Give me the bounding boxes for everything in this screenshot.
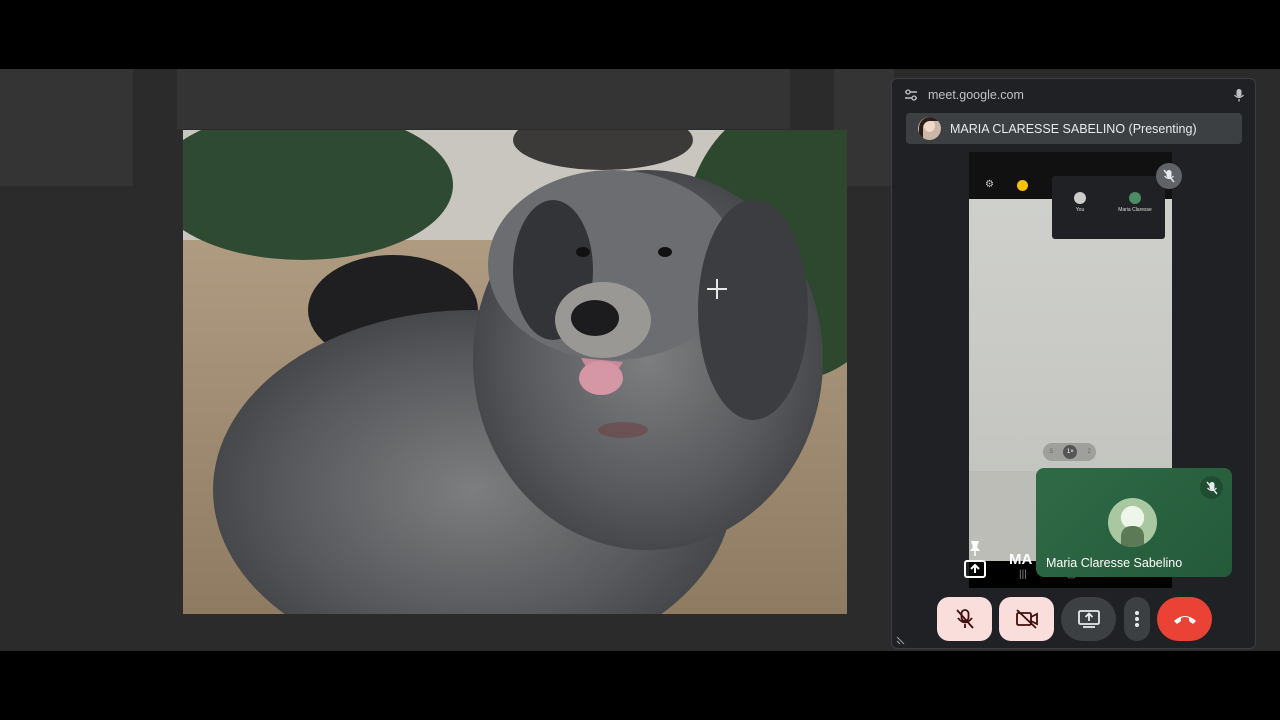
letterbox-top <box>0 0 1280 69</box>
avatar <box>1108 498 1157 547</box>
mini-tile-maria: Maria Claresse <box>1110 192 1160 213</box>
zoom-selector: .5 1× 2 <box>1043 443 1096 461</box>
zoom-option: 2 <box>1087 449 1091 455</box>
meet-pip-window[interactable]: meet.google.com MARIA CLARESSE SABELINO … <box>891 78 1256 649</box>
pin-present-icon[interactable] <box>962 539 988 581</box>
avatar <box>1074 192 1086 204</box>
letterbox-bottom <box>0 651 1280 720</box>
present-screen-button[interactable] <box>1061 597 1116 641</box>
camera-toggle-button[interactable] <box>999 597 1054 641</box>
more-options-button[interactable] <box>1124 597 1150 641</box>
phone-camera-view <box>969 199 1172 471</box>
more-vert-icon <box>1135 611 1139 627</box>
crosshair-cursor <box>707 279 727 299</box>
mic-icon[interactable] <box>1233 88 1245 102</box>
mic-toggle-button[interactable] <box>937 597 992 641</box>
presenter-bar[interactable]: MARIA CLARESSE SABELINO (Presenting) <box>906 113 1242 144</box>
tune-icon <box>905 89 917 101</box>
zoom-option: .5 <box>1048 449 1054 455</box>
call-controls <box>892 597 1255 643</box>
mic-off-icon <box>955 609 974 629</box>
present-screen-icon <box>1077 610 1100 628</box>
url-text: meet.google.com <box>928 88 1024 102</box>
self-view-name: Maria Claresse Sabelino <box>1046 556 1183 570</box>
self-view-tile[interactable]: Maria Claresse Sabelino <box>1036 468 1232 577</box>
nav-recents-icon: ||| <box>1018 569 1027 580</box>
background-tile <box>0 69 133 186</box>
mic-off-icon <box>1200 476 1223 499</box>
mini-participant-tiles: You Maria Claresse <box>1052 176 1165 239</box>
accessibility-icon <box>1017 180 1028 191</box>
resize-grip-icon[interactable] <box>896 635 906 645</box>
avatar <box>1129 192 1141 204</box>
background-tile <box>177 69 507 129</box>
presenter-label: MARIA CLARESSE SABELINO (Presenting) <box>950 121 1197 136</box>
settings-icon: ⚙ <box>985 179 994 190</box>
participant-name-fragment: MA <box>1009 551 1033 568</box>
mini-tile-label: Maria Claresse <box>1118 207 1152 213</box>
call-end-icon <box>1173 616 1196 624</box>
mini-tile-you: You <box>1055 192 1105 213</box>
leave-call-button[interactable] <box>1157 597 1212 641</box>
dog-photo <box>183 130 847 614</box>
avatar <box>918 117 941 140</box>
url-bar: meet.google.com <box>892 79 1255 111</box>
camera-off-icon <box>1015 609 1038 629</box>
mini-tile-label: You <box>1075 207 1085 213</box>
zoom-option-active: 1× <box>1063 445 1078 459</box>
background-tile <box>507 69 790 129</box>
mic-off-icon <box>1156 163 1182 189</box>
